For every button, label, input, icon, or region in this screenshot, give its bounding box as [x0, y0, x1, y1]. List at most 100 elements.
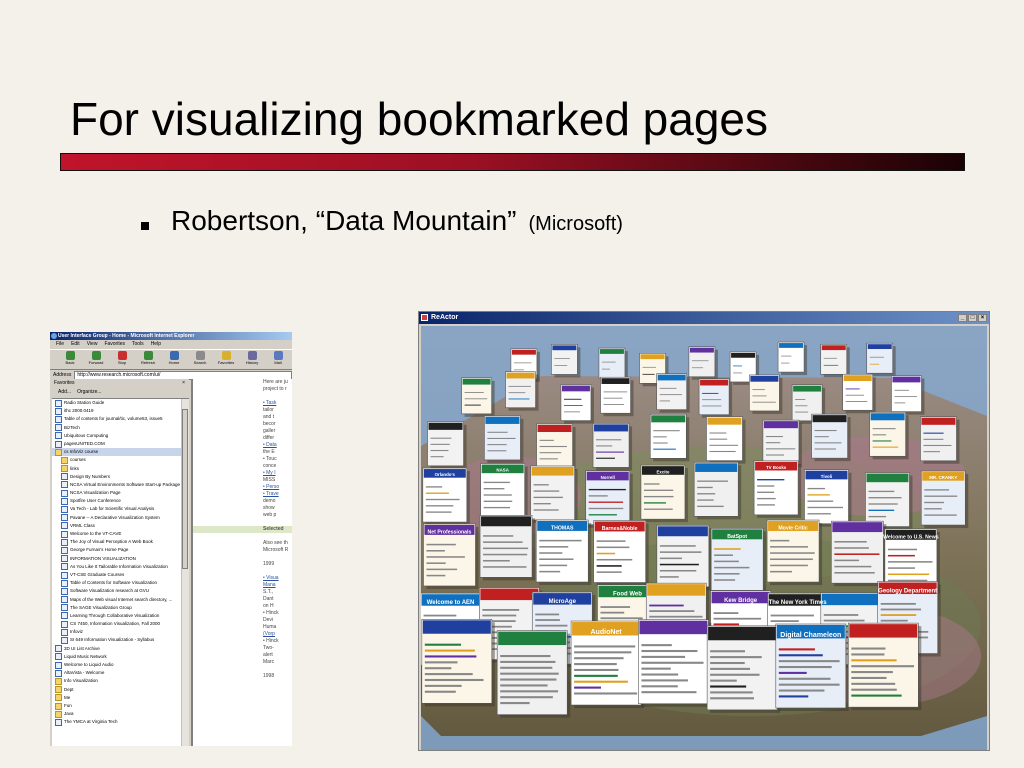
- menu-item-edit[interactable]: Edit: [71, 340, 80, 349]
- favorites-button[interactable]: Favorites: [214, 350, 238, 369]
- bookmark-thumbnail[interactable]: [421, 618, 495, 707]
- favorites-item[interactable]: The YMCA at Virginia Tech: [52, 718, 181, 726]
- menu-item-favorites[interactable]: Favorites: [104, 340, 125, 349]
- favorites-item[interactable]: BizTech: [52, 424, 181, 432]
- bookmark-thumbnail[interactable]: [484, 415, 524, 463]
- content-link[interactable]: • Trave: [193, 491, 292, 498]
- bookmark-thumbnail[interactable]: [598, 347, 628, 382]
- bookmark-thumbnail[interactable]: [600, 376, 634, 417]
- forward-button[interactable]: Forward: [84, 350, 108, 369]
- stop-button[interactable]: Stop: [110, 350, 134, 369]
- bookmark-thumbnail[interactable]: [479, 515, 536, 581]
- content-link[interactable]: • Perso: [193, 484, 292, 491]
- favorites-item[interactable]: Learning Through Collaborative Visualiza…: [52, 612, 181, 620]
- bookmark-thumbnail[interactable]: [592, 423, 633, 471]
- bookmark-thumbnail[interactable]: [777, 341, 808, 376]
- favorites-item[interactable]: Spotfire User Conference: [52, 497, 181, 505]
- favorites-item[interactable]: Va Tech - Lab for Scientific Visual Anal…: [52, 505, 181, 514]
- favorites-item[interactable]: Dept: [52, 686, 181, 694]
- favorites-item[interactable]: 3D UI List Archive: [52, 645, 181, 653]
- favorites-item[interactable]: NCSA Virtual Environments Software Start…: [52, 481, 181, 489]
- bookmark-thumbnail[interactable]: [688, 346, 718, 380]
- favorites-item[interactable]: Info Visualization: [52, 677, 181, 685]
- scrollbar-thumb[interactable]: [182, 409, 188, 569]
- favorites-close-button[interactable]: ×: [182, 379, 185, 387]
- menu-item-view[interactable]: View: [87, 340, 98, 349]
- favorites-item[interactable]: NCSA Visualization Page: [52, 489, 181, 497]
- search-button[interactable]: Search: [188, 350, 212, 369]
- favorites-item[interactable]: VRML Class: [52, 522, 181, 530]
- favorites-item[interactable]: Infoviz: [52, 628, 181, 636]
- favorites-item[interactable]: AltaVista - Welcome: [52, 669, 181, 677]
- favorites-item[interactable]: cs InfoViz course: [52, 448, 181, 457]
- favorites-item[interactable]: Welcome to Liquid Audio: [52, 661, 181, 669]
- favorites-item[interactable]: Fun: [52, 702, 181, 710]
- bookmark-thumbnail[interactable]: [505, 371, 539, 411]
- favorites-item[interactable]: Liquid Music Network: [52, 653, 181, 661]
- maximize-button[interactable]: □: [968, 314, 977, 322]
- bookmark-thumbnail[interactable]: [461, 377, 495, 417]
- bookmark-thumbnail[interactable]: [866, 342, 896, 377]
- bookmark-thumbnail[interactable]: [762, 419, 802, 468]
- favorites-item[interactable]: As You Like It Tailorable Information Vi…: [52, 563, 181, 571]
- bookmark-thumbnail[interactable]: [920, 416, 960, 464]
- bookmark-thumbnail[interactable]: [427, 421, 467, 469]
- close-button[interactable]: ×: [978, 314, 987, 322]
- add-favorite-button[interactable]: Add...: [58, 387, 71, 398]
- favorites-item[interactable]: pagesUNITED.COM: [52, 440, 181, 448]
- bookmark-thumbnail[interactable]: [848, 622, 922, 711]
- favorites-item[interactable]: courses: [52, 456, 181, 464]
- favorites-item[interactable]: Java: [52, 710, 181, 718]
- home-button[interactable]: Home: [162, 350, 186, 369]
- bookmark-thumbnail[interactable]: [536, 423, 576, 471]
- minimize-button[interactable]: _: [958, 314, 967, 322]
- bookmark-thumbnail[interactable]: [656, 525, 712, 591]
- content-link[interactable]: (Vorp: [193, 631, 292, 638]
- mail-button[interactable]: Mail: [266, 350, 290, 369]
- content-link[interactable]: • Task: [193, 400, 292, 407]
- bookmark-thumbnail[interactable]: [869, 411, 909, 460]
- favorites-item[interactable]: Table of contents for journal/tic, volum…: [52, 415, 181, 423]
- content-link[interactable]: • Visua: [193, 575, 292, 582]
- bookmark-thumbnail[interactable]: [638, 619, 712, 707]
- favorites-item[interactable]: Radio Station Guide: [52, 399, 181, 407]
- favorites-item[interactable]: CS 7450, Information Visualization, Fall…: [52, 620, 181, 628]
- favorites-item[interactable]: links: [52, 465, 181, 473]
- bookmark-thumbnail[interactable]: [551, 344, 581, 378]
- bookmark-thumbnail[interactable]: [820, 343, 850, 378]
- favorites-item[interactable]: Software Visualization research at GVU: [52, 587, 181, 595]
- favorites-item[interactable]: SI 649 Information Visualization - Sylla…: [52, 636, 181, 645]
- bookmark-thumbnail[interactable]: [496, 630, 571, 718]
- bookmark-thumbnail[interactable]: [811, 413, 851, 462]
- favorites-scrollbar[interactable]: [181, 399, 189, 746]
- bookmark-thumbnail[interactable]: [891, 375, 925, 415]
- bookmark-thumbnail[interactable]: [693, 462, 742, 520]
- favorites-item[interactable]: George Furnas's Home Page: [52, 546, 181, 554]
- menu-item-help[interactable]: Help: [151, 340, 161, 349]
- bookmark-thumbnail[interactable]: [706, 416, 746, 464]
- menu-item-file[interactable]: File: [56, 340, 64, 349]
- favorites-item[interactable]: The SAGE Visualization Group: [52, 604, 181, 612]
- bookmark-thumbnail[interactable]: [530, 465, 578, 523]
- favorites-item[interactable]: Ubiquitous Computing: [52, 432, 181, 440]
- content-link[interactable]: Mana: [193, 582, 292, 589]
- menu-item-tools[interactable]: Tools: [132, 340, 144, 349]
- favorites-item[interactable]: Table of Contents for Software Visualiza…: [52, 579, 181, 587]
- favorites-item[interactable]: Me: [52, 694, 181, 702]
- history-button[interactable]: History: [240, 350, 264, 369]
- bookmark-thumbnail[interactable]: [831, 520, 887, 587]
- bookmark-thumbnail[interactable]: [649, 414, 690, 462]
- bookmark-thumbnail[interactable]: [560, 384, 594, 424]
- favorites-item[interactable]: INFORMATION VISUALIZATION: [52, 555, 181, 563]
- favorites-item[interactable]: Welcome to the VT-CAVE: [52, 530, 181, 538]
- favorites-item[interactable]: Maps of the Web visual Internet search d…: [52, 596, 181, 604]
- favorites-item[interactable]: ithc 2000.0419: [52, 407, 181, 415]
- bookmark-thumbnail[interactable]: [749, 374, 783, 414]
- content-link[interactable]: • Data: [193, 442, 292, 449]
- favorites-item[interactable]: The Joy of Visual Perception A Web Book: [52, 538, 181, 546]
- favorites-item[interactable]: Design By Numbers: [52, 473, 181, 481]
- bookmark-thumbnail[interactable]: [842, 373, 876, 414]
- organize-favorites-button[interactable]: Organize...: [77, 387, 101, 398]
- back-button[interactable]: Back: [58, 350, 82, 369]
- bookmark-thumbnail[interactable]: [706, 625, 781, 713]
